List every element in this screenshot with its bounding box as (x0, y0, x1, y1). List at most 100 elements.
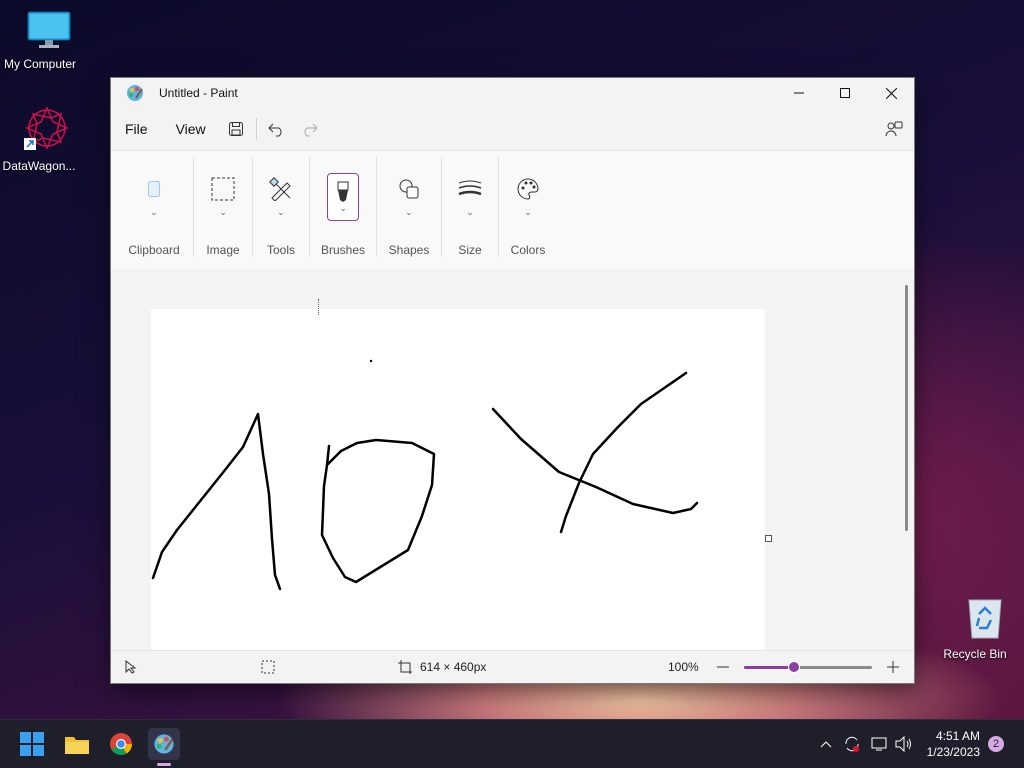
clock[interactable]: 4:51 AM 1/23/2023 (927, 728, 980, 760)
network-tray-button[interactable] (871, 720, 889, 768)
ribbon-group-label: Tools (266, 243, 295, 257)
chevron-up-icon (820, 741, 832, 748)
show-hidden-icons-button[interactable] (820, 720, 832, 768)
desktop-icon-label: My Computer (3, 57, 77, 71)
ribbon-group-label: Clipboard (128, 243, 180, 257)
brush-icon (337, 181, 349, 202)
drawing-strokes (151, 359, 699, 591)
datawagon-logo-icon (24, 106, 69, 150)
volume-tray-button[interactable] (895, 720, 913, 768)
shapes-icon (399, 179, 419, 199)
canvas-size-text: 614 × 460px (420, 660, 487, 674)
paint-window[interactable]: Untitled - Paint File View ⌄ Clipboard ⌄… (110, 77, 915, 684)
minimize-button[interactable] (776, 78, 822, 108)
canvas-resize-handle[interactable] (765, 535, 772, 542)
menu-file[interactable]: File (111, 121, 162, 137)
taskbar-chrome[interactable] (105, 728, 137, 760)
divider (193, 157, 194, 257)
divider (376, 157, 377, 257)
redo-icon (304, 123, 318, 137)
desktop-icon-recycle-bin[interactable]: Recycle Bin (935, 596, 1015, 661)
desktop-icon-label: DataWagon... (2, 159, 76, 173)
ribbon-group-label: Brushes (320, 243, 366, 257)
minus-icon (717, 666, 729, 668)
maximize-button[interactable] (822, 78, 868, 108)
pointer-icon (125, 660, 137, 674)
chevron-down-icon: ⌄ (405, 207, 413, 217)
paint-app-icon (154, 734, 174, 754)
sync-tray-button[interactable] (843, 720, 861, 768)
taskbar-paint[interactable] (148, 728, 180, 760)
title-bar[interactable]: Untitled - Paint (111, 78, 914, 108)
menu-view[interactable]: View (162, 121, 220, 137)
pencil-eraser-icon (269, 177, 291, 201)
desktop-icon-datawagon[interactable]: DataWagon... (0, 104, 79, 173)
taskbar-file-explorer[interactable] (61, 728, 93, 760)
undo-button[interactable] (261, 113, 293, 145)
zoom-slider-fill (744, 666, 794, 669)
zoom-slider[interactable] (744, 661, 872, 673)
zoom-out-button[interactable] (717, 651, 729, 683)
ribbon-group-shapes[interactable]: ⌄ Shapes (378, 151, 440, 269)
chevron-down-icon: ⌄ (219, 207, 227, 217)
drawing-canvas[interactable] (151, 309, 765, 650)
chevron-down-icon: ⌄ (150, 207, 158, 217)
line-size-icon (458, 180, 482, 196)
canvas-workspace[interactable] (111, 269, 914, 650)
ribbon-group-tools[interactable]: ⌄ Tools (254, 151, 308, 269)
palette-icon (517, 178, 539, 200)
divider (255, 118, 257, 140)
select-rectangle-icon (211, 177, 235, 201)
chevron-down-icon: ⌄ (524, 207, 532, 217)
plus-icon (887, 661, 899, 673)
network-icon (871, 737, 887, 751)
zoom-level: 100% (668, 660, 699, 674)
ribbon: ⌄ Clipboard ⌄ Image ⌄ Tools ⌄ Brushes ⌄ … (111, 150, 914, 270)
status-bar: 614 × 460px 100% (111, 650, 914, 683)
ribbon-group-colors[interactable]: ⌄ Colors (500, 151, 556, 269)
clock-time: 4:51 AM (935, 729, 980, 743)
windows-logo-icon (20, 732, 44, 756)
menu-bar: File View (111, 108, 914, 150)
zoom-in-button[interactable] (887, 651, 899, 683)
clock-date: 1/23/2023 (926, 745, 980, 759)
ribbon-group-brushes[interactable]: ⌄ Brushes (311, 151, 375, 269)
desktop-icon-my-computer[interactable]: My Computer (0, 10, 80, 71)
speaker-icon (895, 736, 911, 752)
close-icon (885, 87, 897, 99)
ribbon-group-image[interactable]: ⌄ Image (195, 151, 251, 269)
selection-icon (261, 660, 275, 674)
ribbon-group-size[interactable]: ⌄ Size (443, 151, 497, 269)
ribbon-group-label: Shapes (388, 243, 430, 257)
notification-badge[interactable]: 2 (988, 736, 1004, 752)
chrome-icon (110, 733, 132, 755)
divider (252, 157, 253, 257)
ribbon-group-label: Image (206, 243, 240, 257)
window-title: Untitled - Paint (159, 86, 238, 100)
canvas-size-icon (398, 660, 412, 674)
start-button[interactable] (16, 728, 48, 760)
desktop-icon-label: Recycle Bin (943, 647, 1007, 661)
redo-button[interactable] (293, 113, 325, 145)
close-button[interactable] (868, 78, 914, 108)
chevron-down-icon: ⌄ (466, 207, 474, 217)
pointer-position (125, 651, 137, 683)
divider (498, 157, 499, 257)
recycle-bin-icon (968, 599, 1002, 639)
ribbon-group-clipboard[interactable]: ⌄ Clipboard (117, 151, 191, 269)
ribbon-group-label: Colors (510, 243, 546, 257)
maximize-icon (840, 88, 850, 98)
save-button[interactable] (220, 113, 252, 145)
canvas-size: 614 × 460px (398, 651, 486, 683)
active-app-indicator (157, 763, 171, 766)
vertical-scrollbar[interactable] (905, 285, 908, 531)
monitor-icon (27, 11, 70, 48)
account-button[interactable] (878, 113, 910, 145)
folder-icon (65, 737, 89, 754)
sync-icon (845, 736, 859, 752)
cursor-crosshair (318, 299, 329, 315)
divider (309, 157, 310, 257)
taskbar: 4:51 AM 1/23/2023 2 (0, 719, 1024, 768)
zoom-slider-thumb[interactable] (787, 661, 800, 673)
clipboard-icon (148, 181, 160, 197)
